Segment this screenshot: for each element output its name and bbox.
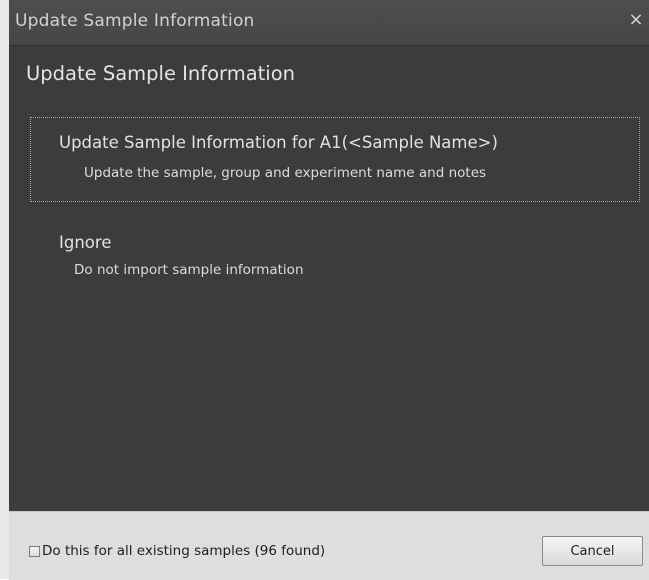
option-title: Ignore xyxy=(59,233,112,252)
option-ignore[interactable]: Ignore Do not import sample information xyxy=(30,225,640,295)
option-description: Update the sample, group and experiment … xyxy=(84,165,487,181)
option-title: Update Sample Information for A1(<Sample… xyxy=(59,133,498,152)
option-update-sample-info[interactable]: Update Sample Information for A1(<Sample… xyxy=(30,117,640,202)
close-icon[interactable]: × xyxy=(627,10,645,30)
cancel-button[interactable]: Cancel xyxy=(542,536,643,566)
update-sample-dialog: Update Sample Information × Update Sampl… xyxy=(0,0,649,580)
dialog-footer: Do this for all existing samples (96 fou… xyxy=(9,511,649,580)
option-description: Do not import sample information xyxy=(74,262,304,278)
dialog-heading: Update Sample Information xyxy=(26,62,296,85)
window-title: Update Sample Information xyxy=(15,11,255,31)
apply-all-checkbox[interactable]: Do this for all existing samples (96 fou… xyxy=(29,542,325,560)
title-bar: Update Sample Information × xyxy=(9,0,649,46)
apply-all-label: Do this for all existing samples (96 fou… xyxy=(42,543,326,559)
checkbox-icon[interactable] xyxy=(29,545,40,557)
